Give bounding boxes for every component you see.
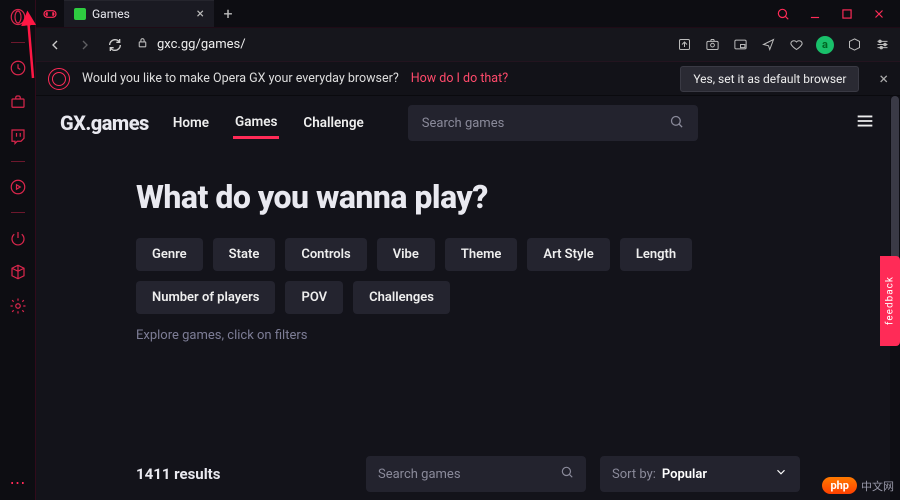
new-tab-button[interactable]: + bbox=[214, 0, 242, 27]
nav-forward-icon[interactable] bbox=[76, 36, 94, 54]
briefcase-icon[interactable] bbox=[9, 93, 27, 111]
nav-challenge[interactable]: Challenge bbox=[301, 109, 365, 137]
explore-hint: Explore games, click on filters bbox=[136, 328, 800, 343]
opera-logo-icon[interactable] bbox=[9, 8, 27, 26]
tab-title: Games bbox=[92, 7, 130, 21]
promo-text: Would you like to make Opera GX your eve… bbox=[82, 71, 399, 86]
site-logo[interactable]: GX.games bbox=[60, 111, 149, 135]
nav-games[interactable]: Games bbox=[233, 108, 279, 139]
filter-chips: Genre State Controls Vibe Theme Art Styl… bbox=[136, 238, 800, 314]
extensions-icon[interactable] bbox=[846, 37, 862, 53]
url-field[interactable]: gxc.gg/games/ bbox=[136, 36, 664, 53]
url-text: gxc.gg/games/ bbox=[157, 37, 246, 52]
sidebar-separator bbox=[11, 42, 25, 43]
tab-close-icon[interactable]: × bbox=[197, 6, 204, 22]
results-bar: 1411 results Search games Sort by: Popul… bbox=[36, 448, 900, 500]
heart-icon[interactable] bbox=[788, 37, 804, 53]
search-placeholder: Search games bbox=[422, 116, 505, 131]
results-search-input[interactable]: Search games bbox=[366, 456, 586, 492]
site-header: GX.games Home Games Challenge Search gam… bbox=[36, 96, 900, 150]
sort-label: Sort by: bbox=[612, 467, 656, 482]
snapshot-icon[interactable] bbox=[704, 37, 720, 53]
window-close-icon[interactable] bbox=[872, 7, 886, 21]
window-minimize-icon[interactable] bbox=[808, 7, 822, 21]
sidebar-separator bbox=[11, 212, 25, 213]
chip-length[interactable]: Length bbox=[620, 238, 692, 271]
window-maximize-icon[interactable] bbox=[840, 7, 854, 21]
menu-icon[interactable] bbox=[854, 110, 876, 136]
profile-avatar[interactable]: a bbox=[816, 36, 834, 54]
gear-icon[interactable] bbox=[9, 297, 27, 315]
chip-challenges[interactable]: Challenges bbox=[353, 281, 450, 314]
nav-back-icon[interactable] bbox=[46, 36, 64, 54]
chip-theme[interactable]: Theme bbox=[445, 238, 518, 271]
browser-tab[interactable]: Games × bbox=[64, 0, 214, 27]
promo-link[interactable]: How do I do that? bbox=[411, 71, 508, 86]
chevron-down-icon bbox=[774, 465, 788, 483]
page-content: GX.games Home Games Challenge Search gam… bbox=[36, 96, 900, 500]
chip-genre[interactable]: Genre bbox=[136, 238, 203, 271]
chip-art-style[interactable]: Art Style bbox=[527, 238, 609, 271]
promo-close-icon[interactable]: × bbox=[879, 69, 888, 88]
nav-home[interactable]: Home bbox=[171, 109, 211, 137]
default-browser-promo: Would you like to make Opera GX your eve… bbox=[36, 62, 900, 96]
gx-corner-icon[interactable] bbox=[36, 0, 64, 27]
chip-vibe[interactable]: Vibe bbox=[377, 238, 435, 271]
opera-icon bbox=[48, 68, 70, 90]
tab-favicon bbox=[74, 8, 86, 20]
scrollbar-thumb[interactable] bbox=[891, 96, 899, 276]
results-count: 1411 results bbox=[136, 465, 220, 483]
browser-sidebar: ⋯ bbox=[0, 0, 36, 500]
set-default-button[interactable]: Yes, set it as default browser bbox=[680, 66, 859, 92]
header-search-input[interactable]: Search games bbox=[408, 105, 698, 141]
search-icon bbox=[560, 465, 574, 483]
power-icon[interactable] bbox=[9, 229, 27, 247]
clock-icon[interactable] bbox=[9, 59, 27, 77]
twitch-icon[interactable] bbox=[9, 127, 27, 145]
lock-icon bbox=[136, 36, 149, 53]
search-placeholder: Search games bbox=[378, 467, 461, 482]
share-icon[interactable] bbox=[676, 37, 692, 53]
sidebar-separator bbox=[11, 161, 25, 162]
chip-controls[interactable]: Controls bbox=[285, 238, 366, 271]
cube-icon[interactable] bbox=[9, 263, 27, 281]
chip-pov[interactable]: POV bbox=[285, 281, 343, 314]
toolbar-search-icon[interactable] bbox=[776, 7, 790, 21]
chip-state[interactable]: State bbox=[213, 238, 276, 271]
send-icon[interactable] bbox=[760, 37, 776, 53]
easy-setup-icon[interactable] bbox=[874, 37, 890, 53]
address-bar: gxc.gg/games/ a bbox=[36, 28, 900, 62]
page-title: What do you wanna play? bbox=[136, 178, 800, 216]
sidebar-more-icon[interactable]: ⋯ bbox=[0, 473, 35, 492]
play-circle-icon[interactable] bbox=[9, 178, 27, 196]
tab-bar: Games × + bbox=[36, 0, 900, 28]
feedback-tab[interactable]: feedback bbox=[880, 256, 900, 346]
sort-dropdown[interactable]: Sort by: Popular bbox=[600, 456, 800, 492]
search-icon bbox=[669, 114, 684, 133]
sort-value: Popular bbox=[662, 467, 707, 482]
nav-reload-icon[interactable] bbox=[106, 36, 124, 54]
pip-icon[interactable] bbox=[732, 37, 748, 53]
chip-players[interactable]: Number of players bbox=[136, 281, 275, 314]
